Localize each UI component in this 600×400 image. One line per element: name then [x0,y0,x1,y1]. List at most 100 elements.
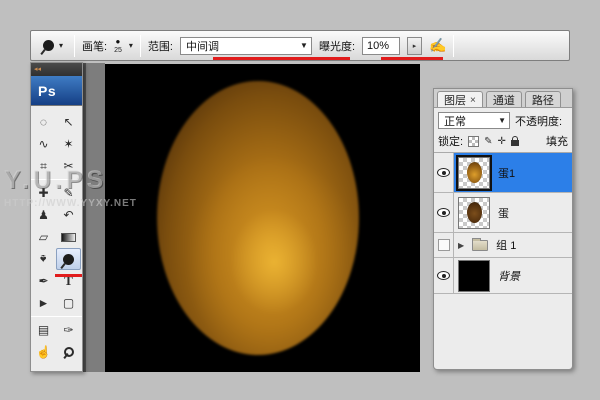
lock-all-icon[interactable] [511,140,519,146]
blur-drop-icon: ♠ [40,252,46,266]
group-expand-icon[interactable]: ▶ [458,241,464,250]
layer-row-background[interactable]: 背景 [434,258,572,294]
brush-picker-arrow-icon[interactable]: ▾ [129,41,133,50]
visibility-toggle-background[interactable] [434,258,454,293]
layer-name-group1[interactable]: 组 1 [496,237,516,253]
layer-row-group1[interactable]: ▶ 组 1 [434,233,572,258]
rounded-rectangle-icon: ▢ [63,296,74,310]
fill-label: 填充 [546,133,568,149]
exposure-input[interactable]: 10% [362,37,400,55]
visibility-toggle-egg1[interactable] [434,153,454,192]
gradient-icon [61,233,76,242]
tab-channels[interactable]: 通道 [486,91,522,107]
brush-tool[interactable]: ✎ [56,182,81,204]
eye-icon [437,208,450,217]
blend-mode-value: 正常 [444,113,466,129]
lock-position-icon[interactable]: ✛ [497,136,505,147]
document-canvas[interactable] [105,64,420,372]
exposure-highlight-underline [381,57,443,60]
popup-arrow-icon: ▸ [413,42,417,50]
burn-tool-highlight-underline [55,274,82,277]
toolbox: ◂◂ Ps ◌ ↖ ∿ ✶ ⌗ ✂ ✚ ✎ ♟ ↶ ▱ ♠ ✒ T ► ▢ ▤ … [30,62,83,372]
visibility-toggle-group1[interactable] [434,233,454,257]
layer-name-egg[interactable]: 蛋 [498,205,509,221]
empty-visibility-box [438,239,450,251]
range-select[interactable]: 中间调 ▼ [180,37,312,55]
lasso-icon: ∿ [38,137,48,151]
tab-layers-label: 图层 [444,92,466,108]
brush-label: 画笔: [82,38,107,54]
pen-icon: ✒ [38,274,48,288]
burn-tool-preset-button[interactable]: ▾ [39,38,67,53]
lasso-tool[interactable]: ∿ [31,133,56,155]
layer-row-egg[interactable]: 蛋 [434,193,572,233]
pen-tool[interactable]: ✒ [31,270,56,292]
burn-tool-icon [43,40,54,51]
eye-icon [437,168,450,177]
eyedropper-tool[interactable]: ✑ [56,319,81,341]
folder-icon [472,240,488,251]
notes-icon: ▤ [38,323,49,337]
golden-egg-artwork [157,81,359,355]
eye-icon [437,271,450,280]
healing-brush-icon: ✚ [38,186,48,200]
tab-paths[interactable]: 路径 [525,91,561,107]
blur-tool[interactable]: ♠ [31,248,56,270]
airbrush-toggle[interactable]: ✍ [429,37,446,54]
exposure-slider-button[interactable]: ▸ [407,37,422,55]
burn-tool[interactable] [56,248,81,270]
crop-tool[interactable]: ⌗ [31,155,56,177]
path-selection-tool[interactable]: ► [31,292,56,314]
ps-logo: Ps [31,76,82,106]
magic-wand-tool[interactable]: ✶ [56,133,81,155]
zoom-icon [64,347,74,357]
layer-name-background[interactable]: 背景 [498,268,520,284]
layer-thumbnail-background[interactable] [458,260,490,292]
layer-thumbnail-egg1[interactable] [458,157,490,189]
history-brush-tool[interactable]: ↶ [56,204,81,226]
zoom-tool[interactable] [56,341,81,363]
dropdown-arrow-icon: ▼ [300,41,308,50]
egg-thumb-art [467,162,482,183]
range-label: 范围: [148,38,173,54]
eraser-tool[interactable]: ▱ [31,226,56,248]
burn-icon [63,254,74,265]
tool-group-divider [31,179,82,180]
hand-tool[interactable]: ☝ [31,341,56,363]
move-tool[interactable]: ↖ [56,111,81,133]
separator [74,35,75,57]
slice-tool[interactable]: ✂ [56,155,81,177]
shape-tool[interactable]: ▢ [56,292,81,314]
lock-transparency-icon[interactable] [468,136,479,147]
separator [453,35,454,57]
clone-stamp-icon: ♟ [38,208,49,222]
elliptical-marquee-tool[interactable]: ◌ [31,111,56,133]
brush-size-value: 25 [114,47,122,54]
clone-stamp-tool[interactable]: ♟ [31,204,56,226]
lock-pixels-icon[interactable]: ✎ [484,136,492,147]
crop-icon: ⌗ [40,159,47,174]
tool-preset-arrow-icon: ▾ [59,41,63,50]
blend-mode-select[interactable]: 正常 ▼ [438,112,510,129]
opacity-label: 不透明度: [515,113,562,129]
healing-brush-tool[interactable]: ✚ [31,182,56,204]
tab-layers[interactable]: 图层 × [437,91,483,107]
gradient-tool[interactable] [56,226,81,248]
pasteboard [82,63,105,372]
toolbox-title-bar: ◂◂ [31,63,82,76]
tool-group-divider [31,316,82,317]
collapse-dock-icon[interactable]: ◂◂ [34,66,41,73]
brush-preset-picker[interactable]: ● 25 [114,38,122,54]
layer-thumbnail-egg[interactable] [458,197,490,229]
notes-tool[interactable]: ▤ [31,319,56,341]
eyedropper-icon: ✑ [63,323,73,337]
history-brush-icon: ↶ [63,208,73,222]
lock-row: 锁定: ✎ ✛ 填充 [434,131,572,153]
hand-icon: ☝ [36,345,51,359]
lock-label: 锁定: [438,133,463,149]
visibility-toggle-egg[interactable] [434,193,454,232]
close-tab-icon[interactable]: × [470,95,476,106]
layer-name-egg1[interactable]: 蛋1 [498,165,515,181]
exposure-label: 曝光度: [319,38,355,54]
layer-row-egg1[interactable]: 蛋1 [434,153,572,193]
